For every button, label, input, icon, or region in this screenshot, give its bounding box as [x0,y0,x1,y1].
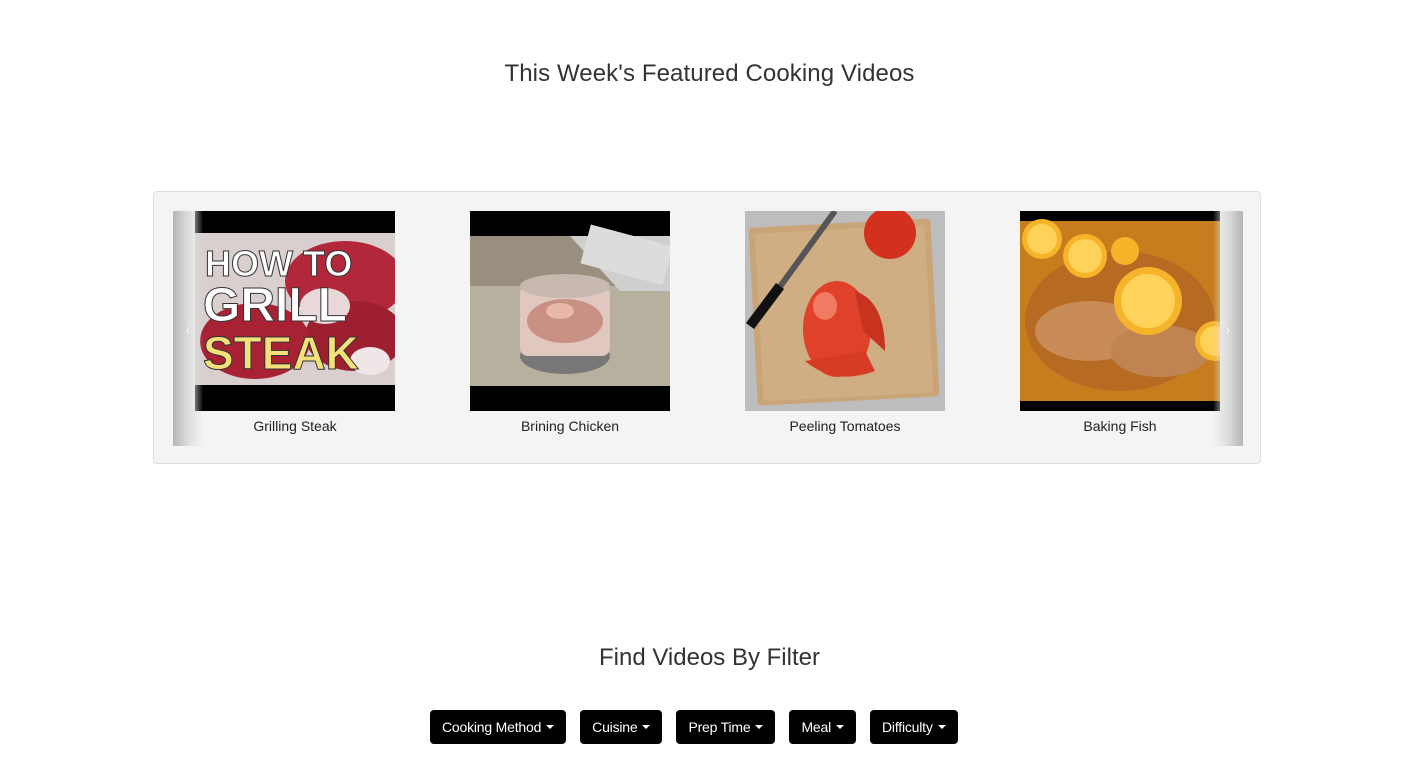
filter-section-title: Find Videos By Filter [599,644,820,671]
carousel-track: HOW TO GRILL STEAK Grilling Steak Brinin… [173,211,1243,446]
chevron-left-icon: ‹ [185,320,191,337]
thumb-text-line-2: GRILL [203,279,347,332]
carousel-prev-button[interactable]: ‹ [173,211,203,446]
video-caption[interactable]: Brining Chicken [470,418,670,434]
filter-label: Difficulty [882,719,933,735]
thumb-text-line-1: HOW TO [205,243,352,284]
filter-prep-time-dropdown[interactable]: Prep Time [676,710,776,744]
video-card-grilling-steak[interactable]: HOW TO GRILL STEAK Grilling Steak [195,211,395,434]
video-caption[interactable]: Grilling Steak [195,418,395,434]
featured-carousel: HOW TO GRILL STEAK Grilling Steak Brinin… [153,191,1261,464]
video-thumbnail[interactable] [745,211,945,411]
video-thumbnail[interactable] [470,211,670,411]
filter-label: Prep Time [688,719,751,735]
caret-down-icon [937,725,946,729]
filter-label: Cuisine [592,719,638,735]
filter-label: Meal [801,719,831,735]
tomato-thumbnail-image [745,211,945,411]
thumb-text-line-3: STEAK [203,327,359,379]
filter-cooking-method-dropdown[interactable]: Cooking Method [430,710,567,744]
video-card-brining-chicken[interactable]: Brining Chicken [470,211,670,434]
caret-down-icon [642,725,651,729]
video-thumbnail[interactable] [1020,211,1220,411]
filter-meal-dropdown[interactable]: Meal [789,710,856,744]
chevron-right-icon: › [1225,320,1231,337]
video-card-peeling-tomatoes[interactable]: Peeling Tomatoes [745,211,945,434]
filter-difficulty-dropdown[interactable]: Difficulty [870,710,958,744]
video-thumbnail[interactable]: HOW TO GRILL STEAK [195,211,395,411]
filter-cuisine-dropdown[interactable]: Cuisine [580,710,663,744]
carousel-next-button[interactable]: › [1213,211,1243,446]
caret-down-icon [836,725,844,729]
caret-down-icon [546,725,555,729]
chicken-thumbnail-image [470,211,670,411]
video-caption[interactable]: Baking Fish [1020,418,1220,434]
caret-down-icon [755,725,764,729]
video-card-baking-fish[interactable]: Baking Fish [1020,211,1220,434]
fish-thumbnail-image [1020,211,1220,411]
video-caption[interactable]: Peeling Tomatoes [745,418,945,434]
featured-title: This Week's Featured Cooking Videos [504,60,915,87]
filter-bar: Cooking Method Cuisine Prep Time Meal Di… [430,710,972,744]
page: This Week's Featured Cooking Videos HOW … [0,0,1419,759]
filter-label: Cooking Method [442,719,542,735]
steak-thumbnail-image: HOW TO GRILL STEAK [195,211,395,411]
